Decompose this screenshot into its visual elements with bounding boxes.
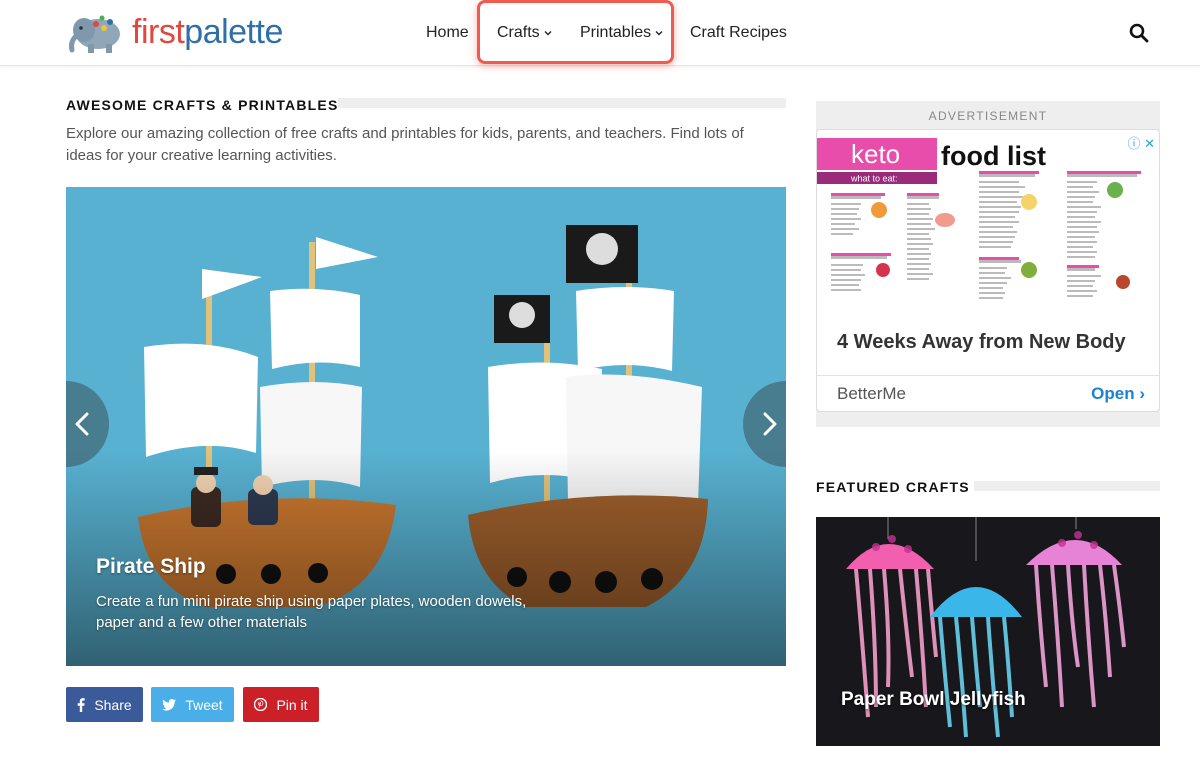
nav-printables[interactable]: Printables [580,0,663,66]
logo-wordmark: firstpalette [132,8,283,56]
facebook-share-label: Share [94,696,132,713]
ad-image-title-keto: keto [851,139,900,169]
pinterest-icon [254,698,268,711]
nav-craft-recipes-label: Craft Recipes [690,24,787,41]
logo-word-palette: palette [184,13,283,51]
advertisement-box: ADVERTISEMENT keto food list what to eat… [816,101,1160,427]
facebook-share-button[interactable]: Share [66,687,143,722]
ad-image-subtitle: what to eat: [850,174,898,184]
chevron-right-icon: › [1139,384,1145,403]
ad-image-title-food-list: food list [941,141,1046,171]
ad-headline[interactable]: 4 Weeks Away from New Body [837,331,1126,354]
ad-open-label: Open [1091,384,1135,403]
featured-craft-title[interactable]: Paper Bowl Jellyfish [841,689,1026,711]
section-divider [974,481,1160,491]
search-icon[interactable] [1128,22,1150,44]
ad-open-button[interactable]: Open › [1091,384,1145,404]
slide-description: Create a fun mini pirate ship using pape… [96,593,527,631]
ad-divider [817,375,1159,376]
pinterest-share-label: Pin it [276,696,308,713]
featured-craft-card[interactable]: Paper Bowl Jellyfish [816,517,1160,746]
nav-home-label: Home [426,24,469,41]
jellyfish-image [816,517,1160,746]
twitter-share-button[interactable]: Tweet [151,687,234,722]
slide-title[interactable]: Pirate Ship [96,555,206,579]
nav-home[interactable]: Home [426,0,469,66]
section-divider [338,98,786,108]
chevron-down-icon [655,31,663,36]
adchoices-icon[interactable]: ⓘ [1127,136,1140,151]
pinterest-share-button[interactable]: Pin it [243,687,319,722]
nav-crafts-label: Crafts [497,24,540,41]
close-icon[interactable]: ✕ [1144,136,1155,151]
nav-crafts[interactable]: Crafts [497,0,552,66]
ad-card[interactable]: keto food list what to eat: ⓘ ✕ 4 Weeks … [816,129,1160,412]
facebook-icon [78,697,86,712]
twitter-icon [162,698,177,711]
chevron-left-icon [75,412,89,436]
site-logo[interactable]: firstpalette [66,8,283,56]
section-title-featured: FEATURED CRAFTS [816,479,970,495]
featured-slider[interactable]: Pirate Ship Create a fun mini pirate shi… [66,187,786,666]
ad-brand: BetterMe [837,384,906,403]
section-title-awesome: AWESOME CRAFTS & PRINTABLES [66,97,339,113]
keto-food-list-ad-image[interactable]: keto food list what to eat: [817,130,1160,312]
elephant-logo-icon [69,15,120,53]
nav-craft-recipes[interactable]: Craft Recipes [690,0,787,66]
nav-printables-label: Printables [580,24,652,41]
site-header: firstpalette Home Crafts Printables Craf… [0,0,1200,66]
ad-choices[interactable]: ⓘ ✕ [1127,133,1155,152]
chevron-down-icon [544,31,552,36]
logo-word-first: first [132,13,185,51]
twitter-share-label: Tweet [185,696,223,713]
intro-text: Explore our amazing collection of free c… [66,125,744,164]
ad-label: ADVERTISEMENT [928,109,1048,123]
chevron-right-icon [763,412,777,436]
